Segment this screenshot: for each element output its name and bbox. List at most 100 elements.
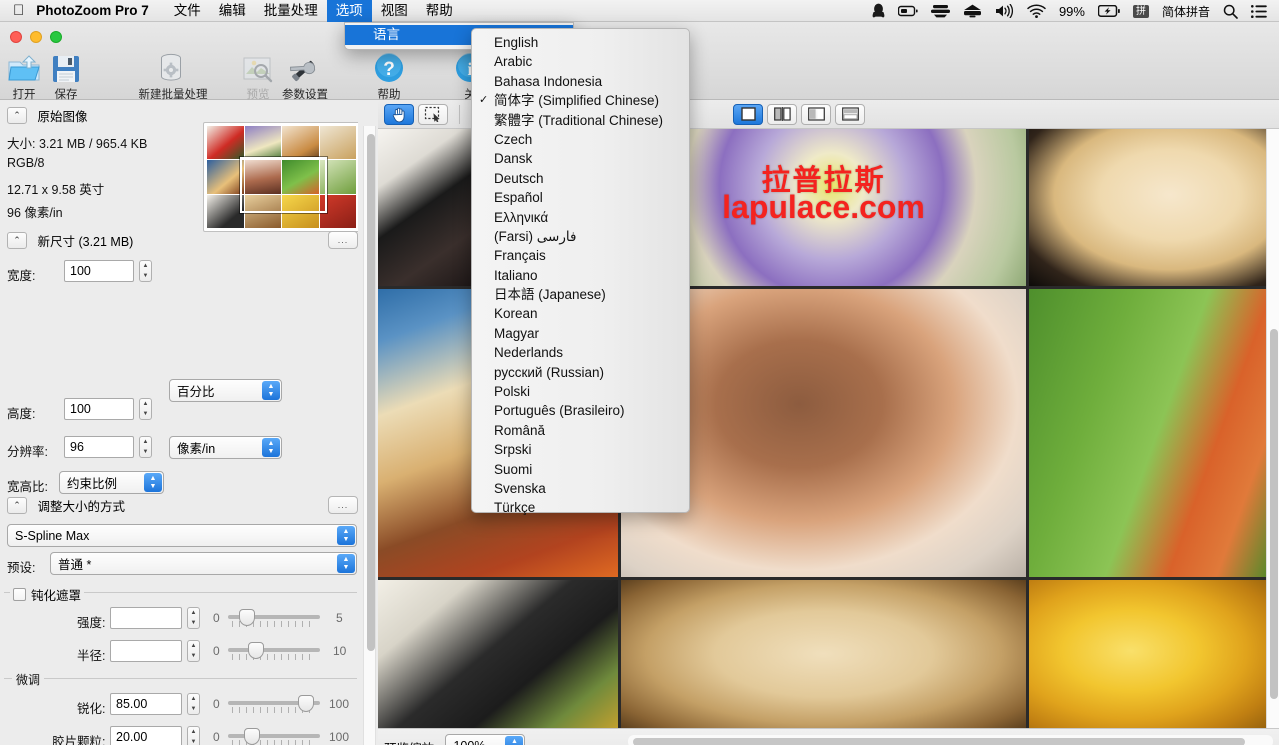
film-grain-stepper[interactable]: ▲▼ [187,726,200,745]
collapse-new-size-icon[interactable]: ⌃ [7,232,27,249]
menubar-app-name[interactable]: PhotoZoom Pro 7 [36,3,149,18]
resolution-stepper[interactable]: ▲▼ [139,436,152,458]
preview-cell-frog[interactable] [1029,289,1266,577]
canvas-hscrollbar-thumb[interactable] [633,738,1245,745]
view-side-by-side-button[interactable] [801,104,831,125]
volume-icon[interactable] [995,4,1014,18]
apple-logo-icon[interactable]:  [13,3,24,18]
view-single-button[interactable] [733,104,763,125]
preferences-button[interactable]: 参数设置 [277,50,333,102]
language-menu-item[interactable]: Nederlands [472,343,689,362]
language-menu-item[interactable]: Czech [472,130,689,149]
preset-popup[interactable]: 普通 * ▲▼ [50,552,357,575]
unit-popup[interactable]: 百分比 ▲▼ [169,379,282,402]
unsharp-strength-input[interactable] [110,607,182,629]
battery-mini-icon[interactable] [898,5,918,17]
resize-method-popup[interactable]: S-Spline Max ▲▼ [7,524,357,547]
hand-tool-button[interactable] [384,104,414,125]
ime-label[interactable]: 简体拼音 [1162,3,1210,20]
language-menu-item[interactable]: Suomi [472,460,689,479]
height-input[interactable]: 100 [64,398,134,420]
menu-file[interactable]: 文件 [165,0,210,22]
wifi-icon[interactable] [1027,4,1046,18]
sidebar-vertical-scrollbar[interactable] [363,126,376,745]
language-menu-item[interactable]: Arabic [472,52,689,71]
language-menu-item[interactable]: Srpski [472,440,689,459]
ime-badge-icon[interactable]: 拼 [1133,5,1149,18]
minimize-window-button[interactable] [30,31,42,43]
aspect-ratio-popup[interactable]: 约束比例 ▲▼ [59,471,164,494]
zoom-popup[interactable]: 100% ▲▼ [445,734,525,745]
film-grain-input[interactable]: 20.00 [110,726,182,745]
resize-method-section-header[interactable]: ⌃ 调整大小的方式 [7,496,125,515]
preview-cell-butterfly[interactable] [378,580,618,728]
preview-cell-clock[interactable] [621,580,1026,728]
search-icon[interactable] [1223,4,1238,19]
canvas-horizontal-scrollbar[interactable] [628,735,1273,745]
height-stepper[interactable]: ▲▼ [139,398,152,420]
original-image-section-header[interactable]: ⌃ 原始图像 [7,106,88,125]
unsharp-radius-stepper[interactable]: ▲▼ [187,640,200,662]
resolution-input[interactable]: 96 [64,436,134,458]
menu-edit[interactable]: 编辑 [210,0,255,22]
resize-method-options-button[interactable]: ... [328,496,358,514]
width-input[interactable]: 100 [64,260,134,282]
language-menu-item[interactable]: русский (Russian) [472,363,689,382]
sharpen-stepper[interactable]: ▲▼ [187,693,200,715]
canvas-scrollbar-thumb[interactable] [1270,329,1278,699]
language-menu-item[interactable]: Polski [472,382,689,401]
marquee-select-tool-button[interactable] [418,104,448,125]
close-window-button[interactable] [10,31,22,43]
unsharp-strength-slider[interactable] [228,608,320,628]
resolution-unit-popup[interactable]: 像素/in ▲▼ [169,436,282,459]
preview-cell-oranges[interactable] [1029,580,1266,728]
unsharp-mask-checkbox[interactable] [13,588,26,601]
language-menu-item[interactable]: (Farsi) فارسی [472,227,689,246]
sharpen-input[interactable]: 85.00 [110,693,182,715]
view-stacked-button[interactable] [835,104,865,125]
preview-cell-cup[interactable] [1029,129,1266,286]
sharpen-slider[interactable] [228,694,320,714]
unsharp-radius-input[interactable] [110,640,182,662]
language-menu-item[interactable]: Español [472,188,689,207]
menu-options[interactable]: 选项 [327,0,372,22]
language-menu-item[interactable]: ✓简体字 (Simplified Chinese) [472,91,689,110]
language-menu-item[interactable]: English [472,33,689,52]
film-grain-slider[interactable] [228,727,320,745]
menu-batch[interactable]: 批量处理 [255,0,327,22]
menu-view[interactable]: 视图 [372,0,417,22]
airdrop-icon[interactable] [931,4,950,18]
collapse-original-icon[interactable]: ⌃ [7,107,27,124]
save-button[interactable]: 保存 [39,50,93,102]
language-menu-item[interactable]: Italiano [472,266,689,285]
unsharp-mask-group-header[interactable]: 钝化遮罩 [10,585,84,604]
language-menu-item[interactable]: Bahasa Indonesia [472,72,689,91]
language-menu-item[interactable]: Deutsch [472,169,689,188]
help-button[interactable]: ? 帮助 [362,50,416,102]
collapse-resize-method-icon[interactable]: ⌃ [7,497,27,514]
qq-penguin-icon[interactable] [872,3,885,19]
language-menu-item[interactable]: Magyar [472,324,689,343]
sidebar-scrollbar-thumb[interactable] [367,134,375,651]
menu-help[interactable]: 帮助 [417,0,462,22]
language-menu-item[interactable]: Dansk [472,149,689,168]
language-menu-item[interactable]: Korean [472,304,689,323]
new-size-section-header[interactable]: ⌃ 新尺寸 (3.21 MB) [7,231,133,250]
language-menu-item[interactable]: Français [472,246,689,265]
language-menu-item[interactable]: Ελληνικά [472,208,689,227]
image-navigator-thumbnail[interactable] [203,122,358,232]
battery-charging-icon[interactable] [1098,5,1120,17]
unsharp-radius-slider[interactable] [228,641,320,661]
language-menu-item[interactable]: Türkçe [472,498,689,517]
navigator-viewport-rect[interactable] [240,157,327,213]
unsharp-strength-stepper[interactable]: ▲▼ [187,607,200,629]
language-menu-item[interactable]: 繁體字 (Traditional Chinese) [472,111,689,130]
screen-mirroring-icon[interactable] [963,4,982,18]
canvas-vertical-scrollbar[interactable] [1266,129,1279,728]
new-size-options-button[interactable]: ... [328,231,358,249]
language-menu-item[interactable]: Português (Brasileiro) [472,401,689,420]
language-menu-item[interactable]: Svenska [472,479,689,498]
maximize-window-button[interactable] [50,31,62,43]
control-center-icon[interactable] [1251,5,1267,18]
language-menu-item[interactable]: Română [472,421,689,440]
